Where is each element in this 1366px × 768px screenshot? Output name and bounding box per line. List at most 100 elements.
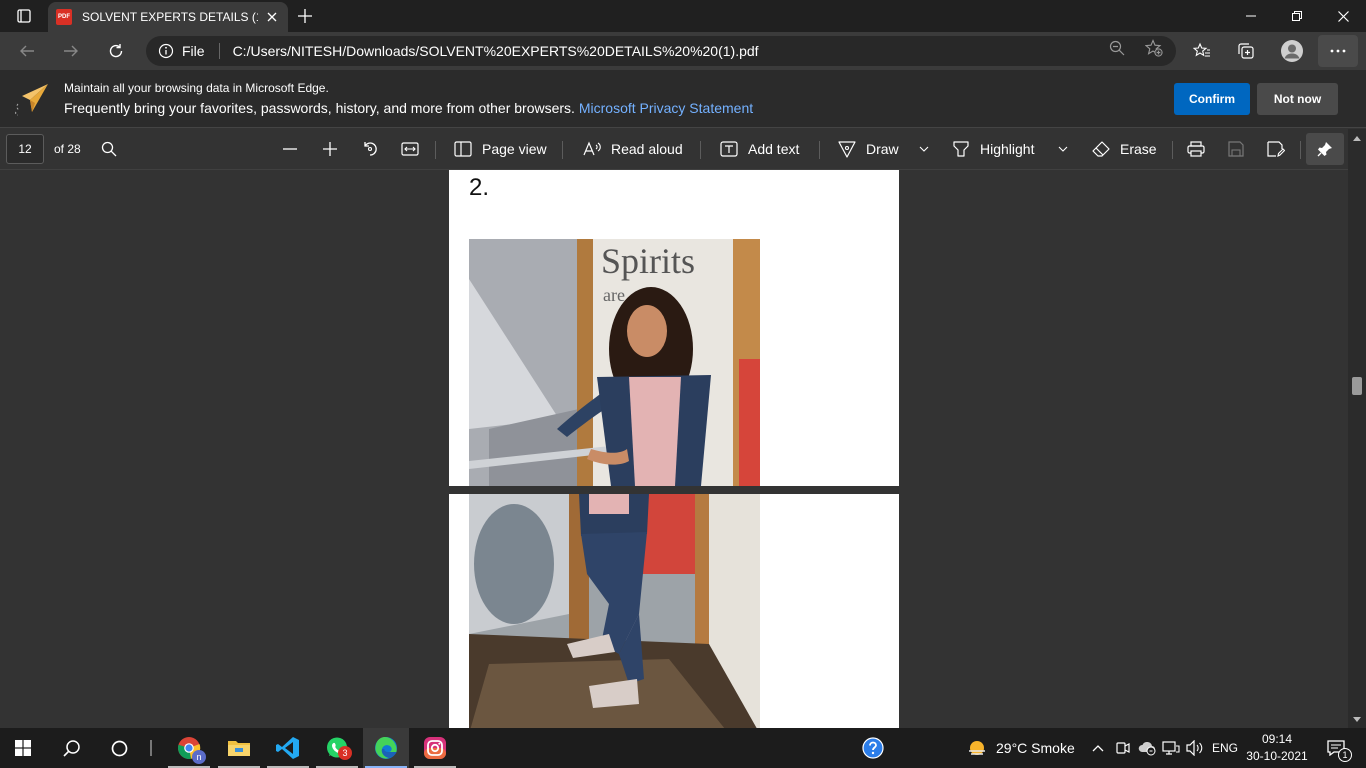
windows-logo-icon xyxy=(15,740,31,756)
address-separator xyxy=(218,43,220,59)
close-icon xyxy=(1337,10,1349,22)
save-as-button[interactable] xyxy=(1264,137,1288,161)
draw-button[interactable]: Draw xyxy=(838,137,899,161)
navigation-bar: File C:/Users/NITESH/Downloads/SOLVENT%2… xyxy=(0,32,1366,70)
highlight-label: Highlight xyxy=(980,141,1035,157)
new-tab-button[interactable] xyxy=(294,5,316,27)
pdf-page: 2. Spirits are xyxy=(449,170,899,486)
vscode-taskbar-button[interactable] xyxy=(265,728,311,768)
search-taskbar-button[interactable] xyxy=(48,728,94,768)
tab-close-button[interactable] xyxy=(264,9,280,25)
forward-button[interactable] xyxy=(56,36,86,66)
pdf-viewer[interactable]: 2. Spirits are xyxy=(0,170,1348,728)
settings-more-button[interactable] xyxy=(1318,35,1358,67)
vertical-scrollbar[interactable] xyxy=(1348,129,1366,728)
eraser-icon xyxy=(1092,141,1110,157)
scrollbar-thumb[interactable] xyxy=(1352,377,1362,395)
cortana-button[interactable] xyxy=(96,728,142,768)
close-icon xyxy=(267,12,277,22)
page-count-label: of 28 xyxy=(54,142,81,156)
add-text-icon xyxy=(720,141,738,157)
page-number-input[interactable]: 12 xyxy=(6,134,44,164)
pin-toolbar-button[interactable] xyxy=(1306,133,1344,165)
chrome-taskbar-button[interactable]: n xyxy=(166,728,212,768)
plus-icon xyxy=(323,142,337,156)
privacy-statement-link[interactable]: Microsoft Privacy Statement xyxy=(579,100,753,116)
save-button[interactable] xyxy=(1224,137,1248,161)
restore-window-button[interactable] xyxy=(1274,0,1320,32)
folder-icon xyxy=(228,741,250,756)
input-language-indicator[interactable]: ENG xyxy=(1212,741,1238,755)
pin-icon xyxy=(1317,142,1332,157)
document-photo: Spirits are xyxy=(469,239,760,486)
highlight-button[interactable]: Highlight xyxy=(952,137,1034,161)
plus-icon xyxy=(298,9,312,23)
zoom-button[interactable] xyxy=(1106,37,1128,59)
zoom-in-button[interactable] xyxy=(318,137,342,161)
instagram-taskbar-button[interactable] xyxy=(412,728,458,768)
url-text[interactable]: C:/Users/NITESH/Downloads/SOLVENT%20EXPE… xyxy=(233,43,759,59)
show-hidden-icons-button[interactable] xyxy=(1088,728,1108,768)
help-tray-button[interactable] xyxy=(850,728,896,768)
add-favorite-button[interactable] xyxy=(1143,37,1165,59)
weather-text[interactable]: 29°C Smoke xyxy=(996,740,1075,756)
more-horizontal-icon xyxy=(1330,49,1346,53)
fit-to-width-button[interactable] xyxy=(398,137,422,161)
system-clock[interactable]: 09:14 30-10-2021 xyxy=(1242,731,1312,765)
info-icon[interactable] xyxy=(158,43,174,59)
volume-icon[interactable] xyxy=(1186,740,1204,756)
file-explorer-taskbar-button[interactable] xyxy=(216,728,262,768)
refresh-icon xyxy=(109,44,123,58)
edge-taskbar-button[interactable] xyxy=(363,728,409,768)
printer-icon xyxy=(1187,141,1205,157)
vscode-icon xyxy=(276,737,299,759)
confirm-button[interactable]: Confirm xyxy=(1174,83,1250,115)
draw-options-dropdown[interactable] xyxy=(912,137,936,161)
zoom-out-button[interactable] xyxy=(278,137,302,161)
title-bar: PDF SOLVENT EXPERTS DETAILS (1).pdf xyxy=(0,0,1366,32)
cloud-sync-icon[interactable] xyxy=(1138,740,1156,756)
sign-text-2: are xyxy=(603,285,625,305)
rotate-icon xyxy=(364,142,377,156)
refresh-button[interactable] xyxy=(101,36,131,66)
highlight-options-dropdown[interactable] xyxy=(1051,137,1075,161)
windows-taskbar: n 3 29°C Smoke ENG 09:14 30-10-2021 1 xyxy=(0,728,1366,768)
action-center-button[interactable]: 1 xyxy=(1316,728,1356,768)
chevron-down-icon xyxy=(1058,146,1068,152)
help-icon xyxy=(862,737,884,759)
favorites-button[interactable] xyxy=(1188,37,1216,65)
collections-button[interactable] xyxy=(1232,37,1260,65)
whatsapp-taskbar-button[interactable]: 3 xyxy=(314,728,360,768)
read-aloud-button[interactable]: Read aloud xyxy=(583,137,683,161)
network-icon[interactable] xyxy=(1162,740,1180,756)
tab-actions-button[interactable] xyxy=(6,4,42,28)
scroll-down-button[interactable] xyxy=(1348,712,1366,726)
scroll-up-button[interactable] xyxy=(1348,131,1366,145)
search-icon xyxy=(62,739,80,757)
infobar-description: Frequently bring your favorites, passwor… xyxy=(64,100,575,116)
print-button[interactable] xyxy=(1184,137,1208,161)
add-text-button[interactable]: Add text xyxy=(720,137,799,161)
minimize-window-button[interactable] xyxy=(1228,0,1274,32)
find-button[interactable] xyxy=(97,137,121,161)
toolbar-divider xyxy=(819,141,820,159)
profile-button[interactable] xyxy=(1278,37,1306,65)
address-bar[interactable]: File C:/Users/NITESH/Downloads/SOLVENT%2… xyxy=(146,36,1176,66)
site-scheme-label: File xyxy=(182,43,205,59)
arrow-right-icon xyxy=(64,45,78,57)
toolbar-divider xyxy=(700,141,701,159)
pdf-page xyxy=(449,494,899,728)
sign-text: Spirits xyxy=(601,241,695,281)
meet-now-icon[interactable] xyxy=(1116,740,1130,756)
not-now-button[interactable]: Not now xyxy=(1257,83,1338,115)
collections-icon xyxy=(1238,43,1254,59)
close-window-button[interactable] xyxy=(1320,0,1366,32)
start-button[interactable] xyxy=(0,728,46,768)
chrome-profile-badge: n xyxy=(192,750,206,764)
notification-count-badge: 1 xyxy=(1338,748,1352,762)
back-button[interactable] xyxy=(12,36,42,66)
rotate-button[interactable] xyxy=(358,137,382,161)
browser-tab-active[interactable]: PDF SOLVENT EXPERTS DETAILS (1).pdf xyxy=(48,2,288,32)
erase-button[interactable]: Erase xyxy=(1092,137,1157,161)
page-view-button[interactable]: Page view xyxy=(454,137,547,161)
